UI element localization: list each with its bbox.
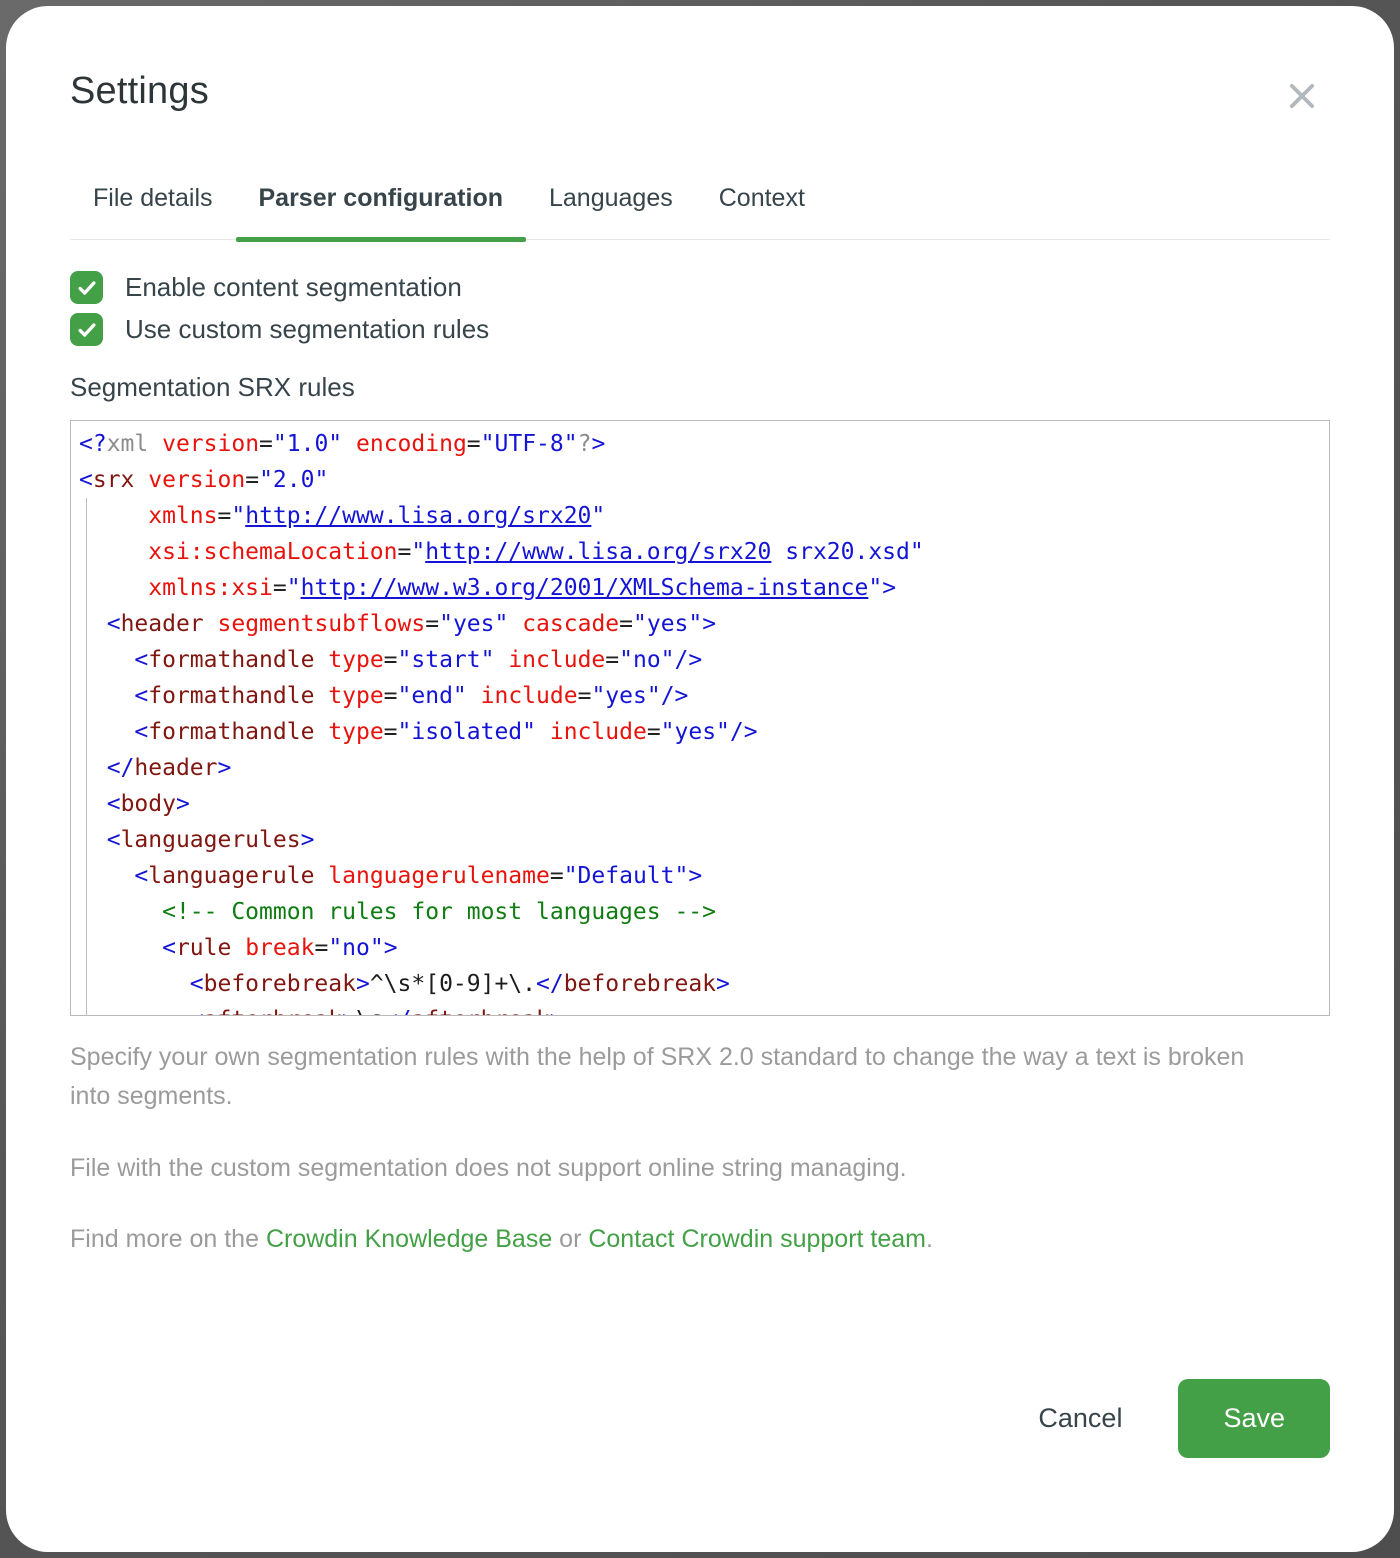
modal-footer: Cancel Save — [70, 1379, 1330, 1458]
checkbox-enable-content-segmentation[interactable]: Enable content segmentation — [70, 271, 1330, 304]
checkbox-checked-icon[interactable] — [70, 271, 103, 304]
help-text-segmentation: Specify your own segmentation rules with… — [70, 1038, 1285, 1116]
editor-gutter-line — [86, 498, 87, 1015]
checkbox-checked-icon[interactable] — [70, 313, 103, 346]
cancel-button[interactable]: Cancel — [1024, 1393, 1136, 1444]
knowledge-base-link[interactable]: Crowdin Knowledge Base — [266, 1225, 552, 1253]
help-or-text: or — [552, 1225, 588, 1253]
help-prefix-text: Find more on the — [70, 1225, 266, 1253]
save-button[interactable]: Save — [1178, 1379, 1330, 1458]
modal-header: Settings — [70, 70, 1330, 118]
checkmark-icon — [76, 277, 98, 299]
page-title: Settings — [70, 70, 209, 113]
contact-support-link[interactable]: Contact Crowdin support team — [588, 1225, 926, 1253]
help-text-online-managing: File with the custom segmentation does n… — [70, 1149, 1285, 1188]
tab-file-details[interactable]: File details — [70, 184, 236, 239]
dialog-backdrop: Settings File details Parser configurati… — [0, 0, 1400, 1558]
close-button[interactable] — [1280, 74, 1324, 118]
help-period-text: . — [926, 1225, 933, 1253]
close-icon — [1284, 78, 1320, 114]
checkbox-use-custom-segmentation-rules[interactable]: Use custom segmentation rules — [70, 313, 1330, 346]
checkbox-group: Enable content segmentation Use custom s… — [70, 271, 1330, 346]
checkmark-icon — [76, 319, 98, 341]
settings-modal: Settings File details Parser configurati… — [6, 6, 1394, 1552]
checkbox-label: Use custom segmentation rules — [125, 314, 489, 345]
tab-parser-configuration[interactable]: Parser configuration — [236, 184, 527, 239]
help-text-find-more: Find more on the Crowdin Knowledge Base … — [70, 1220, 1285, 1259]
srx-rules-editor[interactable]: <?xml version="1.0" encoding="UTF-8"?><s… — [70, 420, 1330, 1016]
checkbox-label: Enable content segmentation — [125, 272, 462, 303]
tab-context[interactable]: Context — [696, 184, 828, 239]
tab-languages[interactable]: Languages — [526, 184, 696, 239]
tab-bar: File details Parser configuration Langua… — [70, 184, 1330, 240]
srx-code-content[interactable]: <?xml version="1.0" encoding="UTF-8"?><s… — [71, 421, 1329, 1016]
srx-rules-label: Segmentation SRX rules — [70, 372, 1330, 403]
